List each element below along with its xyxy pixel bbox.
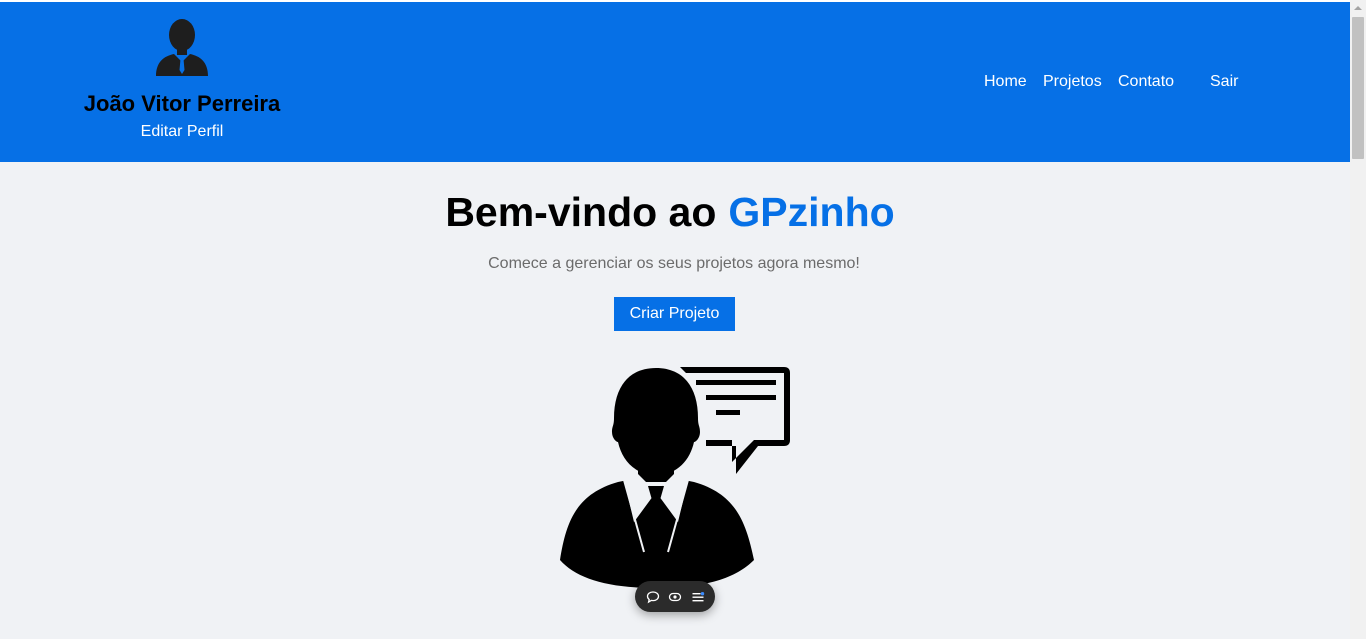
page: João Vitor Perreira Editar Perfil Home P… bbox=[0, 0, 1366, 639]
businessman-chat-icon bbox=[560, 367, 790, 588]
comment-icon[interactable] bbox=[644, 588, 662, 606]
hero-title-prefix: Bem-vindo ao bbox=[445, 189, 717, 235]
user-suit-icon bbox=[156, 19, 208, 76]
create-project-button[interactable]: Criar Projeto bbox=[614, 297, 735, 331]
scrollbar-thumb[interactable] bbox=[1352, 17, 1364, 159]
scroll-up-arrow-icon[interactable] bbox=[1350, 0, 1366, 16]
logout-link[interactable]: Sair bbox=[1210, 72, 1238, 92]
eye-icon[interactable] bbox=[666, 588, 684, 606]
profile-name: João Vitor Perreira bbox=[83, 91, 281, 116]
list-icon[interactable] bbox=[689, 588, 707, 606]
nav-item-projetos[interactable]: Projetos bbox=[1043, 72, 1102, 92]
edit-profile-link[interactable]: Editar Perfil bbox=[141, 122, 224, 142]
profile-panel: João Vitor Perreira Editar Perfil bbox=[62, 2, 302, 142]
hero-title: Bem-vindo ao GPzinho bbox=[0, 188, 1340, 236]
hero-title-brand: GPzinho bbox=[728, 189, 895, 235]
hero-subtitle: Comece a gerenciar os seus projetos agor… bbox=[488, 255, 860, 272]
nav-item-home[interactable]: Home bbox=[984, 72, 1027, 92]
vertical-scrollbar[interactable] bbox=[1350, 0, 1366, 639]
floating-toolbar bbox=[635, 581, 715, 612]
nav-item-contato[interactable]: Contato bbox=[1118, 72, 1174, 92]
top-header: João Vitor Perreira Editar Perfil Home P… bbox=[0, 2, 1350, 162]
